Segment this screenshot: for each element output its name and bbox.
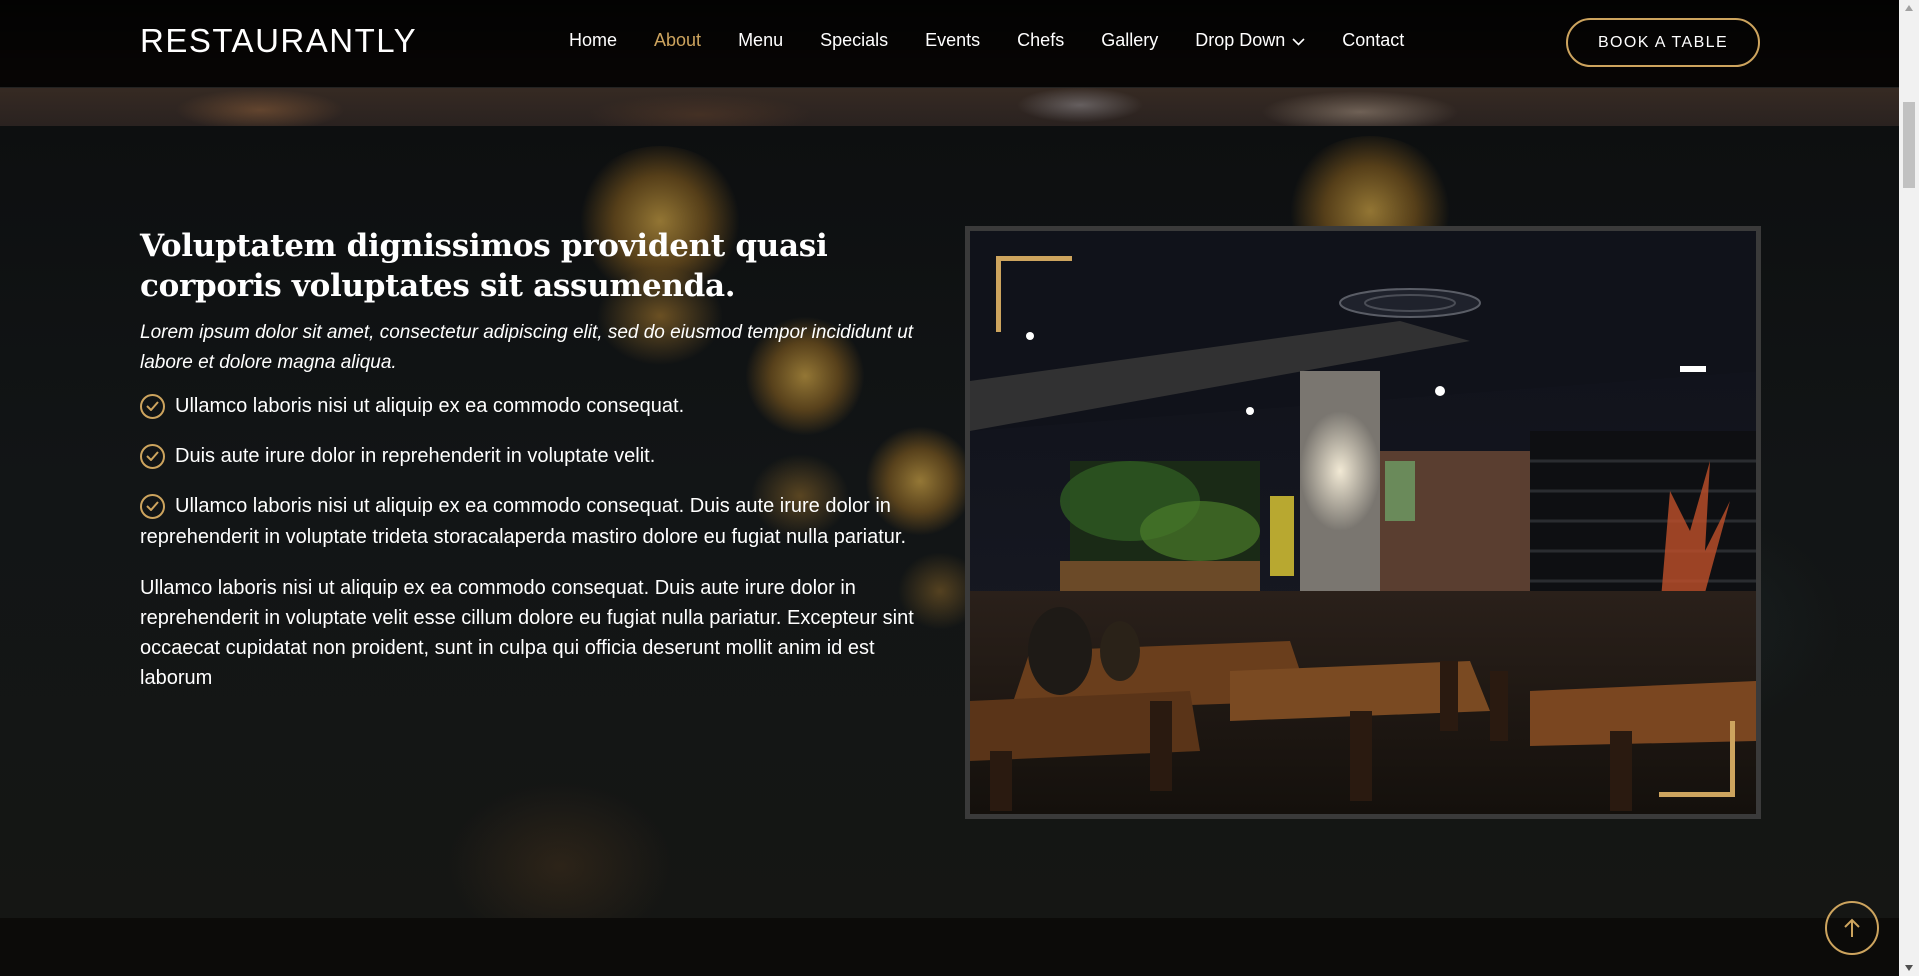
nav-item-specials[interactable]: Specials	[820, 30, 888, 51]
nav-item-home[interactable]: Home	[569, 30, 617, 51]
site-logo[interactable]: RESTAURANTLY	[140, 22, 417, 60]
list-item-text: Ullamco laboris nisi ut aliquip ex ea co…	[175, 395, 685, 417]
site-header: RESTAURANTLY Home About Menu Specials Ev…	[0, 0, 1899, 88]
arrow-up-icon	[1844, 918, 1860, 937]
back-to-top-button[interactable]	[1825, 901, 1879, 955]
nav-item-gallery[interactable]: Gallery	[1101, 30, 1158, 51]
about-image-frame	[965, 226, 1761, 819]
check-circle-icon	[140, 394, 165, 419]
list-item: Ullamco laboris nisi ut aliquip ex ea co…	[140, 391, 940, 422]
about-content: Voluptatem dignissimos provident quasi c…	[140, 226, 940, 693]
about-lead: Lorem ipsum dolor sit amet, consectetur …	[140, 322, 914, 373]
book-a-table-button[interactable]: BOOK A TABLE	[1566, 18, 1760, 67]
nav-item-events[interactable]: Events	[925, 30, 980, 51]
scrollbar-thumb[interactable]	[1903, 102, 1915, 188]
nav-item-chefs[interactable]: Chefs	[1017, 30, 1064, 51]
next-section-band	[0, 918, 1899, 976]
check-circle-icon	[140, 444, 165, 469]
frame-corner-bottom-right	[1659, 721, 1735, 797]
list-item: Duis aute irure dolor in reprehenderit i…	[140, 441, 940, 472]
scroll-down-arrow-icon[interactable]	[1905, 965, 1913, 971]
nav-item-drop-down-label: Drop Down	[1195, 30, 1286, 50]
nav-item-drop-down[interactable]: Drop Down	[1195, 30, 1305, 51]
list-item: Ullamco laboris nisi ut aliquip ex ea co…	[140, 491, 940, 553]
page-scrollbar[interactable]	[1899, 0, 1919, 976]
about-title: Voluptatem dignissimos provident quasi c…	[140, 228, 828, 304]
frame-corner-top-left	[996, 256, 1072, 332]
restaurant-interior-image	[970, 231, 1756, 814]
scroll-up-arrow-icon[interactable]	[1905, 5, 1913, 11]
nav-item-menu[interactable]: Menu	[738, 30, 783, 51]
about-paragraph: Ullamco laboris nisi ut aliquip ex ea co…	[140, 577, 914, 689]
check-circle-icon	[140, 494, 165, 519]
chevron-down-icon	[1292, 30, 1305, 51]
list-item-text: Ullamco laboris nisi ut aliquip ex ea co…	[140, 495, 907, 548]
feature-checklist: Ullamco laboris nisi ut aliquip ex ea co…	[140, 391, 940, 553]
nav-item-contact[interactable]: Contact	[1342, 30, 1404, 51]
main-nav: Home About Menu Specials Events Chefs Ga…	[569, 30, 1404, 51]
nav-item-about[interactable]: About	[654, 30, 701, 51]
list-item-text: Duis aute irure dolor in reprehenderit i…	[175, 445, 656, 467]
